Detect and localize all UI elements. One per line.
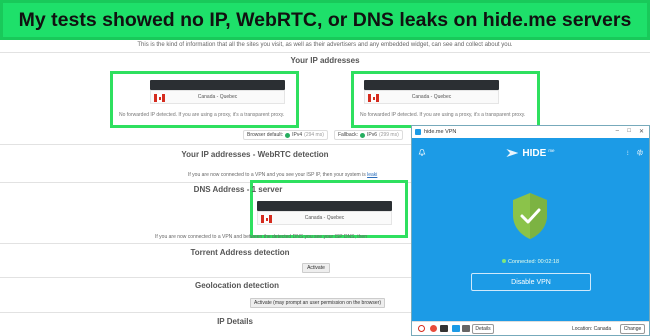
close-icon[interactable]: ✕	[639, 128, 644, 135]
intro-text: This is the kind of information that all…	[137, 42, 513, 48]
red-circle-icon[interactable]	[430, 325, 437, 332]
server-icon[interactable]	[440, 325, 448, 332]
dns-address-redacted	[257, 201, 392, 211]
ok-dot-icon	[360, 132, 366, 138]
headline-text: My tests showed no IP, WebRTC, or DNS le…	[18, 8, 632, 31]
dns-note: If you are now connected to a VPN and be…	[155, 234, 367, 240]
change-location-button[interactable]: Change	[620, 324, 645, 334]
torrent-activate-button[interactable]: Activate	[302, 263, 330, 273]
location-label: Location: Canada	[572, 326, 612, 332]
ip-location-row: Canada - Quebec	[364, 90, 499, 104]
ip-note-2: No forwarded IP detected. If you are usi…	[360, 112, 526, 118]
divider	[0, 52, 650, 53]
headline-banner: My tests showed no IP, WebRTC, or DNS le…	[0, 0, 650, 40]
vpn-titlebar: hide.me VPN – □ ✕	[412, 126, 649, 138]
details-button[interactable]: Details	[472, 324, 494, 334]
browser-default-ms: (294 ms)	[304, 132, 324, 138]
ip-location-row: Canada - Quebec	[150, 90, 285, 104]
disable-vpn-button[interactable]: Disable VPN	[471, 273, 591, 291]
globe-icon[interactable]	[452, 325, 460, 332]
canada-flag-icon	[418, 325, 425, 332]
logo-wing-icon	[506, 149, 519, 157]
ok-dot-icon	[285, 132, 291, 138]
connection-status: Connected: 00:02:18	[412, 259, 649, 265]
dns-card: Canada - Quebec	[257, 201, 392, 227]
browser-default-pill: Browser default: IPv4 (294 ms)	[243, 130, 328, 140]
ip-note-1: No forwarded IP detected. If you are usi…	[119, 112, 285, 118]
webrtc-note: If you are now connected to a VPN and yo…	[188, 172, 377, 178]
fallback-value: IPv6	[367, 132, 378, 138]
brand-name: HIDE	[522, 147, 547, 159]
ip-location: Canada - Quebec	[197, 94, 238, 100]
info-icon[interactable]: ⁝	[624, 148, 632, 157]
ip-card-2: Canada - Quebec	[364, 80, 499, 106]
status-text: Connected: 00:02:18	[507, 259, 560, 265]
fallback-ms: (299 ms)	[379, 132, 399, 138]
connected-dot-icon	[501, 259, 506, 263]
gear-icon[interactable]	[636, 148, 644, 157]
minimize-icon[interactable]: –	[616, 128, 619, 134]
brand-suffix: me	[548, 147, 555, 153]
dns-location-row: Canada - Quebec	[257, 211, 392, 225]
ip-address-redacted	[150, 80, 285, 90]
app-logo-icon	[415, 129, 421, 135]
geo-activate-button[interactable]: Activate (may prompt an user permission …	[250, 298, 385, 308]
vpn-window-title: hide.me VPN	[424, 129, 457, 135]
ip-location: Canada - Quebec	[411, 94, 452, 100]
browser-default-label: Browser default:	[247, 132, 284, 138]
browser-default-value: IPv4	[292, 132, 303, 138]
list-icon[interactable]	[462, 325, 470, 332]
dns-location: Canada - Quebec	[304, 215, 345, 221]
hideme-logo: HIDE me	[506, 147, 555, 159]
shield-check-icon	[513, 193, 547, 239]
ip-address-redacted	[364, 80, 499, 90]
fallback-pill: Fallback: IPv6 (299 ms)	[334, 130, 403, 140]
vpn-app-window: hide.me VPN – □ ✕ HIDE me ⁝ Connected: 0…	[411, 125, 650, 336]
maximize-icon[interactable]: □	[627, 128, 631, 134]
webrtc-leak-link[interactable]: leaki	[367, 172, 377, 178]
fallback-label: Fallback:	[338, 132, 359, 138]
vpn-footer: Details Location: Canada Change	[412, 321, 649, 335]
webrtc-note-text: If you are now connected to a VPN and yo…	[188, 172, 366, 178]
ip-card-1: Canada - Quebec	[150, 80, 285, 106]
vpn-header: HIDE me	[412, 138, 649, 168]
svg-text:⁝: ⁝	[627, 150, 629, 157]
ip-section-title: Your IP addresses	[290, 56, 360, 65]
